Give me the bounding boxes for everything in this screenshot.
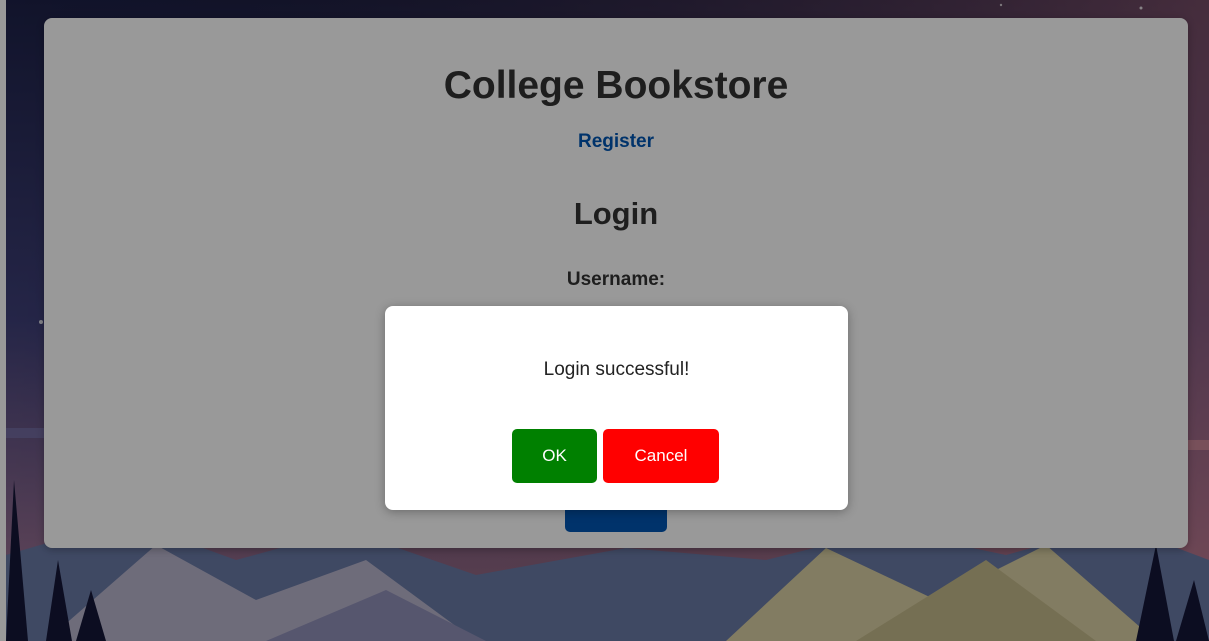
ok-button[interactable]: OK xyxy=(512,429,597,483)
viewport: College Bookstore Register Login Usernam… xyxy=(0,0,1209,641)
alert-dialog: Login successful! OK Cancel xyxy=(385,306,848,510)
dialog-message: Login successful! xyxy=(543,359,690,380)
cancel-button[interactable]: Cancel xyxy=(603,429,719,483)
